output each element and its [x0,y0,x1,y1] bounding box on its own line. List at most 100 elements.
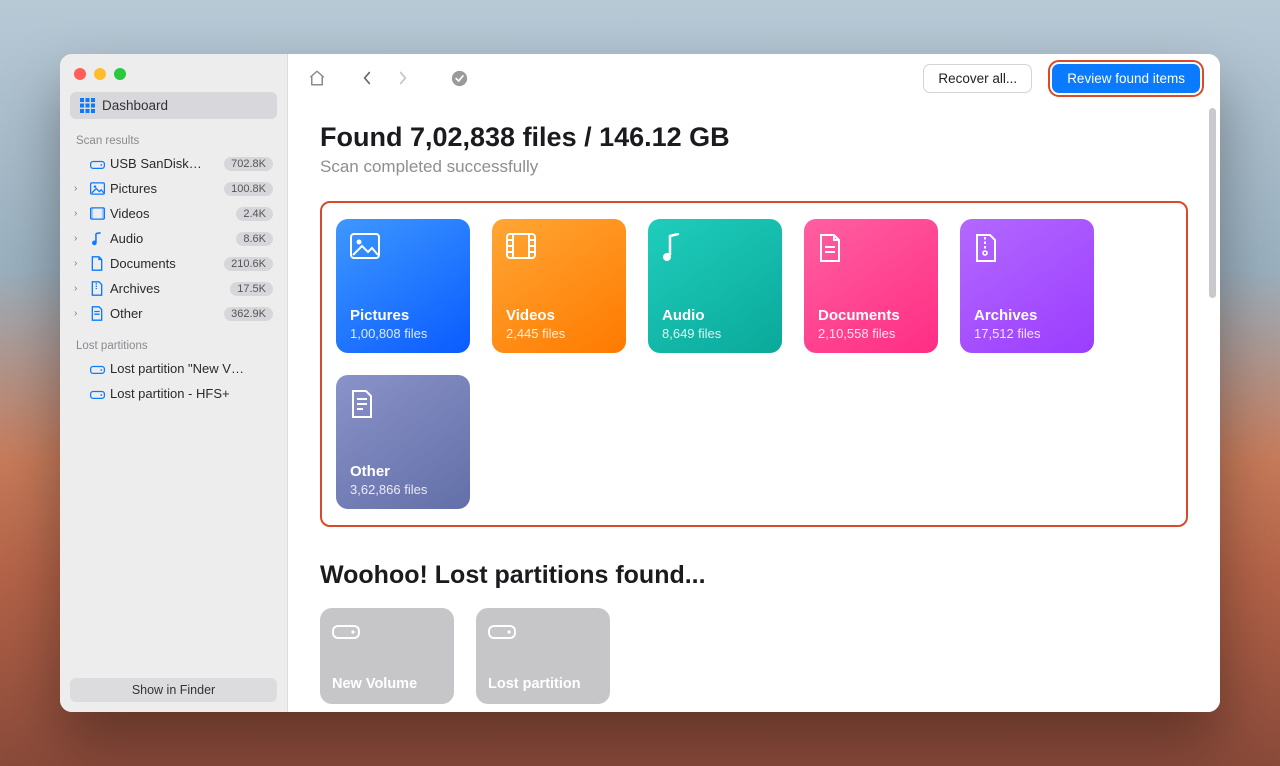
scrollbar-thumb[interactable] [1209,108,1216,298]
card-subtitle: 8,649 files [662,326,768,341]
drive-icon [88,388,106,400]
card-subtitle: 2,10,558 files [818,326,924,341]
sidebar-drive-row[interactable]: USB SanDisk… 702.8K [68,151,279,176]
card-title: Audio [662,307,768,324]
home-button[interactable] [302,63,332,93]
count-badge: 2.4K [236,207,273,221]
grid-icon [78,98,96,113]
sidebar-item-dashboard[interactable]: Dashboard [70,92,277,119]
sidebar-section-lost: Lost partitions [60,326,287,356]
card-subtitle: 2,445 files [506,326,612,341]
category-cards: Pictures 1,00,808 files Videos 2,445 fil… [320,201,1188,527]
sidebar-lost-label: Lost partition "New V… [110,361,273,376]
chevron-right-icon: › [74,183,86,194]
music-icon [88,232,106,246]
video-icon [506,233,612,269]
partition-card[interactable]: New Volume [320,608,454,704]
image-icon [350,233,456,269]
maximize-icon[interactable] [114,68,126,80]
sidebar-footer: Show in Finder [60,668,287,712]
window-controls [60,54,287,90]
sidebar-item-label: Dashboard [102,98,168,113]
sidebar-lost-partition-row[interactable]: Lost partition "New V… [68,356,279,381]
card-title: Other [350,463,456,480]
sidebar-item-label: Archives [110,281,224,296]
sidebar-item-other[interactable]: › Other 362.9K [68,301,279,326]
chevron-right-icon: › [74,233,86,244]
page-subtitle: Scan completed successfully [320,157,1188,177]
document-icon [88,256,106,271]
page-icon [350,389,456,425]
recover-all-button[interactable]: Recover all... [923,64,1032,93]
count-badge: 210.6K [224,257,273,271]
count-badge: 17.5K [230,282,273,296]
sidebar-drive-label: USB SanDisk… [110,156,218,171]
drive-icon [488,620,598,648]
partition-card[interactable]: Lost partition [476,608,610,704]
card-videos[interactable]: Videos 2,445 files [492,219,626,353]
document-icon [818,233,924,269]
video-icon [88,207,106,220]
chevron-right-icon: › [74,208,86,219]
card-archives[interactable]: Archives 17,512 files [960,219,1094,353]
status-check-icon [444,63,474,93]
show-in-finder-button[interactable]: Show in Finder [70,678,277,702]
sidebar-item-videos[interactable]: › Videos 2.4K [68,201,279,226]
music-icon [662,233,768,269]
partition-title: New Volume [332,676,442,692]
chevron-right-icon: › [74,258,86,269]
count-badge: 702.8K [224,157,273,171]
partition-title: Lost partition [488,676,598,692]
section-heading: Woohoo! Lost partitions found... [320,561,1188,590]
minimize-icon[interactable] [94,68,106,80]
chevron-right-icon: › [74,283,86,294]
page-title: Found 7,02,838 files / 146.12 GB [320,122,1188,153]
sidebar: Dashboard Scan results USB SanDisk… 702.… [60,54,288,712]
card-title: Pictures [350,307,456,324]
app-window: Dashboard Scan results USB SanDisk… 702.… [60,54,1220,712]
review-found-items-button[interactable]: Review found items [1052,64,1200,93]
image-icon [88,182,106,195]
sidebar-item-audio[interactable]: › Audio 8.6K [68,226,279,251]
drive-icon [88,158,106,170]
count-badge: 362.9K [224,307,273,321]
sidebar-item-pictures[interactable]: › Pictures 100.8K [68,176,279,201]
card-audio[interactable]: Audio 8,649 files [648,219,782,353]
card-title: Documents [818,307,924,324]
close-icon[interactable] [74,68,86,80]
card-subtitle: 3,62,866 files [350,482,456,497]
sidebar-item-label: Audio [110,231,230,246]
page-icon [88,306,106,321]
toolbar: Recover all... Review found items [288,54,1220,102]
sidebar-lost-label: Lost partition - HFS+ [110,386,273,401]
sidebar-item-documents[interactable]: › Documents 210.6K [68,251,279,276]
card-title: Archives [974,307,1080,324]
drive-icon [332,620,442,648]
archive-icon [974,233,1080,269]
partition-cards: New Volume Lost partition [320,608,1188,704]
chevron-right-icon: › [74,308,86,319]
main-panel: Recover all... Review found items Found … [288,54,1220,712]
back-button[interactable] [352,63,382,93]
card-subtitle: 1,00,808 files [350,326,456,341]
sidebar-section-scan: Scan results [60,121,287,151]
sidebar-item-label: Other [110,306,218,321]
card-other[interactable]: Other 3,62,866 files [336,375,470,509]
count-badge: 8.6K [236,232,273,246]
card-title: Videos [506,307,612,324]
count-badge: 100.8K [224,182,273,196]
heading: Found 7,02,838 files / 146.12 GB Scan co… [320,122,1188,177]
content-area: Found 7,02,838 files / 146.12 GB Scan co… [288,102,1220,712]
drive-icon [88,363,106,375]
archive-icon [88,281,106,296]
card-pictures[interactable]: Pictures 1,00,808 files [336,219,470,353]
forward-button[interactable] [388,63,418,93]
card-subtitle: 17,512 files [974,326,1080,341]
sidebar-item-archives[interactable]: › Archives 17.5K [68,276,279,301]
card-documents[interactable]: Documents 2,10,558 files [804,219,938,353]
lost-partitions-section: Woohoo! Lost partitions found... New Vol… [320,561,1188,704]
sidebar-item-label: Videos [110,206,230,221]
sidebar-item-label: Pictures [110,181,218,196]
sidebar-item-label: Documents [110,256,218,271]
sidebar-lost-partition-row[interactable]: Lost partition - HFS+ [68,381,279,406]
